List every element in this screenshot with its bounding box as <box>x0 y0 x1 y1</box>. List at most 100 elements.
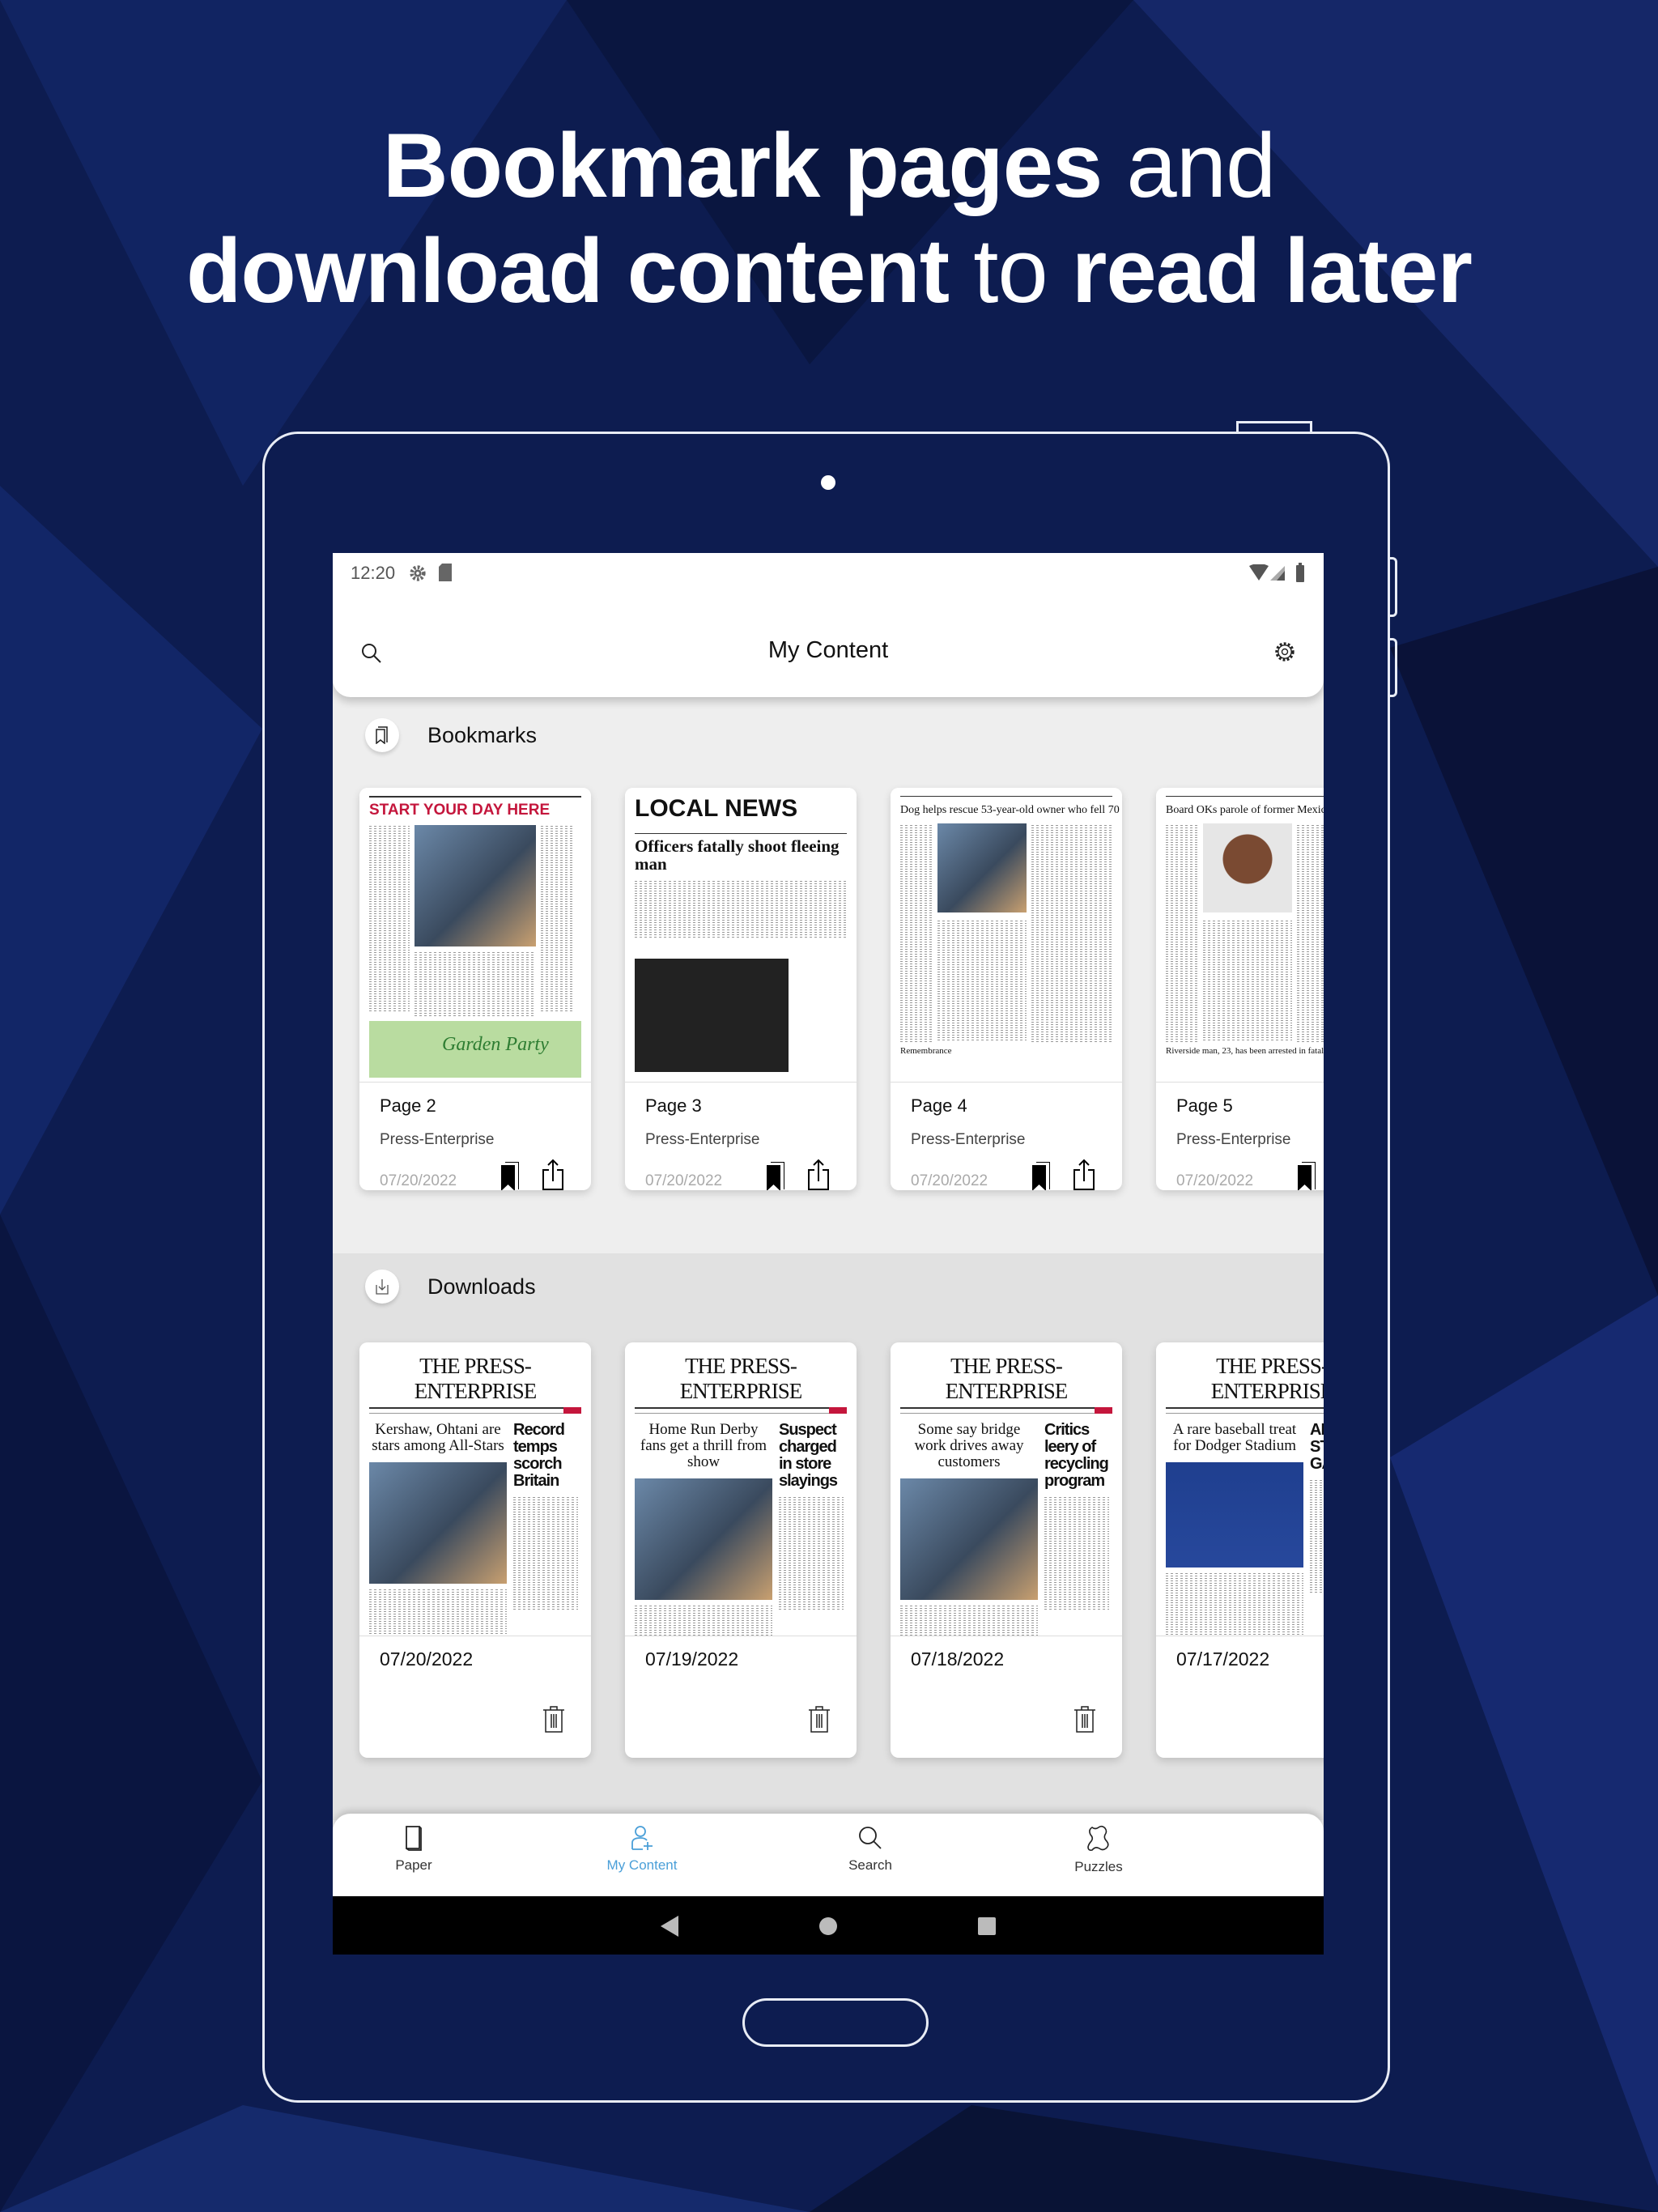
nav-label: My Content <box>606 1857 678 1873</box>
home-nav-button[interactable] <box>819 1917 837 1935</box>
thumb-subhead: Garden Party <box>369 1020 581 1078</box>
paper-thumbnail[interactable]: THE PRESS-ENTERPRISE A rare baseball tre… <box>1156 1342 1324 1636</box>
paper-thumbnail[interactable]: THE PRESS-ENTERPRISE Some say bridge wor… <box>891 1342 1122 1636</box>
card-source: Press-Enterprise <box>645 1131 760 1148</box>
thumb-headline: Home Run Derby fans get a thrill from sh… <box>640 1421 767 1470</box>
thumb-masthead: THE PRESS-ENTERPRISE <box>1166 1354 1324 1409</box>
thumb-side-headline: ALL STAR GAME <box>1310 1421 1324 1473</box>
card-date: 07/20/2022 <box>645 1172 723 1189</box>
paper-thumbnail[interactable]: THE PRESS-ENTERPRISE Home Run Derby fans… <box>625 1342 857 1636</box>
thumb-headline: A rare baseball treat for Dodger Stadium <box>1172 1421 1297 1454</box>
downloads-header: Downloads <box>365 1270 536 1304</box>
sd-card-icon <box>439 564 452 581</box>
settings-gear-icon[interactable] <box>1273 640 1296 663</box>
downloads-section: Downloads THE PRESS-ENTERPRISE Kershaw, … <box>333 1253 1324 1820</box>
nav-my-content[interactable]: My Content <box>561 1825 723 1874</box>
bookmark-icon <box>365 718 399 752</box>
card-date: 07/19/2022 <box>645 1648 739 1670</box>
thumb-subhead: Officers fatally shoot fleeing man <box>635 832 847 873</box>
back-button[interactable] <box>661 1916 678 1937</box>
bookmark-card[interactable]: LOCAL NEWS Officers fatally shoot fleein… <box>625 788 857 1190</box>
card-source: Press-Enterprise <box>911 1131 1026 1148</box>
card-title: Page 4 <box>911 1095 967 1116</box>
card-date: 07/18/2022 <box>911 1648 1005 1670</box>
thumb-headline: Board OKs parole of former Mexican <box>1166 796 1324 817</box>
promo-line-1: Bookmark pages and <box>382 115 1277 216</box>
app-bar: 12:20 My Content <box>333 553 1324 697</box>
downloads-label: Downloads <box>427 1274 536 1299</box>
card-title: Page 2 <box>380 1095 436 1116</box>
wifi-icon <box>1249 564 1269 581</box>
recents-button[interactable] <box>978 1917 996 1935</box>
volume-up-button <box>1388 557 1397 617</box>
thumb-subhead: Riverside man, 23, has been arrested in … <box>1166 1045 1324 1056</box>
trash-icon[interactable] <box>542 1705 565 1733</box>
bookmark-filled-icon[interactable] <box>1032 1162 1050 1190</box>
share-icon[interactable] <box>542 1159 564 1190</box>
nav-puzzles[interactable]: Puzzles <box>1018 1825 1180 1875</box>
bookmark-filled-icon[interactable] <box>1298 1162 1316 1190</box>
gear-icon <box>410 565 426 581</box>
promo-line-2: download content to read later <box>185 220 1473 321</box>
card-source: Press-Enterprise <box>1176 1131 1291 1148</box>
thumb-masthead: THE PRESS-ENTERPRISE <box>635 1354 847 1409</box>
home-button <box>742 1998 929 2047</box>
bookmark-filled-icon[interactable] <box>767 1162 784 1190</box>
bookmark-card[interactable]: START YOUR DAY HERE Garden Party Page 2 … <box>359 788 591 1190</box>
thumb-headline: Dog helps rescue 53-year-old owner who f… <box>900 796 1122 817</box>
bookmarks-label: Bookmarks <box>427 722 538 747</box>
thumb-side-headline: Critics leery of recycling program <box>1044 1421 1109 1490</box>
bookmark-card[interactable]: Board OKs parole of former Mexican River… <box>1156 788 1324 1190</box>
trash-icon[interactable] <box>1073 1705 1096 1733</box>
thumb-headline: LOCAL NEWS <box>635 795 798 822</box>
card-source: Press-Enterprise <box>380 1131 495 1148</box>
download-icon <box>365 1270 399 1304</box>
card-date: 07/20/2022 <box>380 1648 474 1670</box>
card-date: 07/17/2022 <box>1176 1648 1270 1670</box>
card-date: 07/20/2022 <box>380 1172 457 1189</box>
volume-down-button <box>1388 638 1397 697</box>
card-title: Page 3 <box>645 1095 702 1116</box>
thumb-side-headline: Record temps scorch Britain <box>513 1421 565 1490</box>
thumb-masthead: THE PRESS-ENTERPRISE <box>900 1354 1112 1409</box>
download-card[interactable]: THE PRESS-ENTERPRISE Kershaw, Ohtani are… <box>359 1342 591 1758</box>
card-date: 07/20/2022 <box>911 1172 988 1189</box>
nav-label: Paper <box>395 1857 432 1873</box>
nav-label: Search <box>848 1857 892 1873</box>
power-button <box>1236 421 1312 432</box>
thumb-headline: Some say bridge work drives away custome… <box>914 1421 1024 1470</box>
nav-label: Puzzles <box>1074 1859 1123 1874</box>
thumb-masthead: THE PRESS-ENTERPRISE <box>369 1354 581 1409</box>
card-title: Page 5 <box>1176 1095 1233 1116</box>
bookmark-filled-icon[interactable] <box>501 1162 519 1190</box>
page-thumbnail[interactable]: Dog helps rescue 53-year-old owner who f… <box>891 788 1122 1083</box>
download-card[interactable]: THE PRESS-ENTERPRISE A rare baseball tre… <box>1156 1342 1324 1758</box>
download-card[interactable]: THE PRESS-ENTERPRISE Some say bridge wor… <box>891 1342 1122 1758</box>
my-content-icon <box>631 1826 653 1850</box>
share-icon[interactable] <box>1073 1159 1095 1190</box>
download-card[interactable]: THE PRESS-ENTERPRISE Home Run Derby fans… <box>625 1342 857 1758</box>
camera <box>821 475 835 490</box>
android-nav-bar <box>333 1896 1324 1955</box>
nav-paper[interactable]: Paper <box>333 1825 495 1874</box>
paper-icon <box>406 1826 422 1851</box>
signal-icon <box>1270 566 1285 581</box>
thumb-subhead: Remembrance <box>900 1045 952 1056</box>
paper-thumbnail[interactable]: THE PRESS-ENTERPRISE Kershaw, Ohtani are… <box>359 1342 591 1636</box>
share-icon[interactable] <box>807 1159 830 1190</box>
thumb-headline: Kershaw, Ohtani are stars among All-Star… <box>372 1421 504 1454</box>
bottom-nav: Paper My Content Search Puzzles <box>333 1814 1324 1896</box>
status-bar: 12:20 <box>333 553 1324 593</box>
app-screen: 12:20 My Content Bookmarks START YOUR DA… <box>333 553 1324 1955</box>
page-thumbnail[interactable]: Board OKs parole of former Mexican River… <box>1156 788 1324 1083</box>
bookmark-card[interactable]: Dog helps rescue 53-year-old owner who f… <box>891 788 1122 1190</box>
thumb-side-headline: Suspect charged in store slayings <box>779 1421 838 1490</box>
battery-icon <box>1296 563 1304 582</box>
bookmarks-header: Bookmarks <box>365 718 537 752</box>
search-icon <box>859 1827 882 1849</box>
page-thumbnail[interactable]: START YOUR DAY HERE Garden Party <box>359 788 591 1083</box>
page-thumbnail[interactable]: LOCAL NEWS Officers fatally shoot fleein… <box>625 788 857 1083</box>
nav-search[interactable]: Search <box>789 1825 951 1874</box>
trash-icon[interactable] <box>808 1705 831 1733</box>
clock: 12:20 <box>351 563 396 583</box>
